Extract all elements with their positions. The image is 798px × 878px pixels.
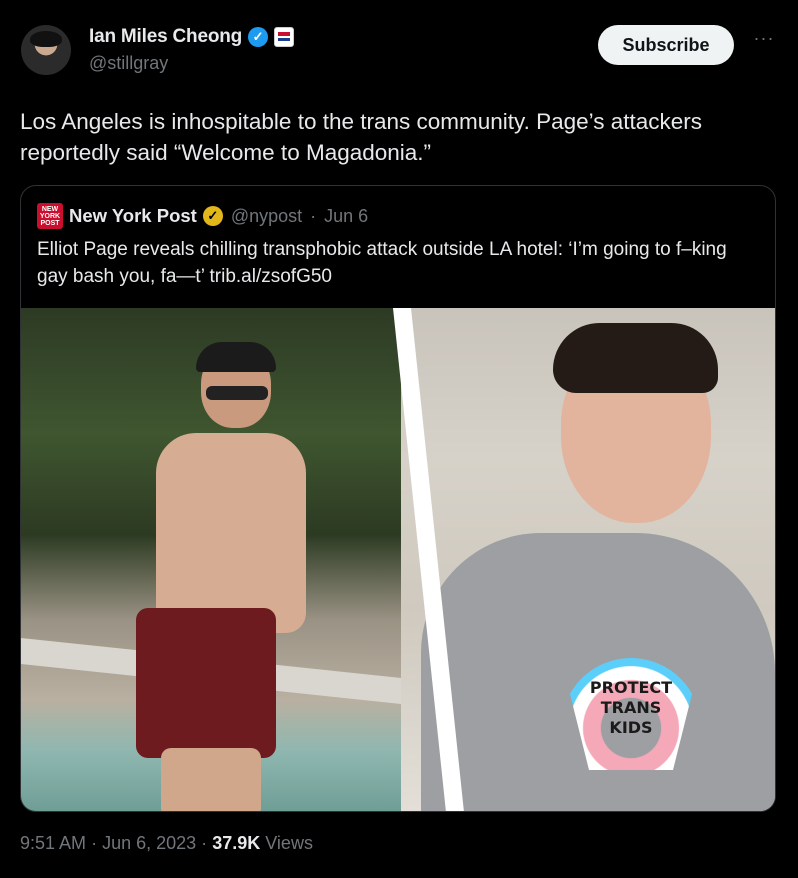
cap (196, 342, 276, 372)
quoted-source-name[interactable]: New York Post (69, 205, 197, 227)
quoted-date[interactable]: Jun 6 (324, 206, 368, 227)
views-count: 37.9K (212, 833, 261, 853)
verified-badge-icon[interactable]: ✓ (248, 27, 269, 47)
author-avatar[interactable] (21, 25, 71, 75)
new-york-post-logo: NEW YORK POST (37, 203, 63, 229)
quoted-tweet-card[interactable]: NEW YORK POST New York Post ✓ @nypost · … (20, 185, 776, 812)
tweet-text: Los Angeles is inhospitable to the trans… (20, 109, 703, 165)
more-options-icon[interactable]: ··· (752, 29, 776, 54)
post-time[interactable]: 9:51 AM (20, 833, 86, 853)
tweet-footer: 9:51 AM · Jun 6, 2023 · 37.9K Views (20, 833, 313, 854)
author-handle[interactable]: @stillgray (89, 53, 168, 74)
quoted-tweet-text: Elliot Page reveals chilling transphobic… (37, 239, 727, 287)
shirt-line-1: PROTECT (589, 678, 673, 697)
post-date[interactable]: Jun 6, 2023 (102, 833, 196, 853)
shirt-line-2: TRANS (600, 698, 662, 717)
torso (156, 433, 306, 633)
legs (161, 748, 261, 811)
quoted-tweet-header: NEW YORK POST New York Post ✓ @nypost · … (37, 203, 368, 229)
photo-left (21, 308, 401, 811)
affiliate-flag-icon[interactable] (274, 27, 295, 47)
footer-separator: · (91, 833, 98, 853)
author-name[interactable]: Ian Miles Cheong (89, 26, 242, 48)
quoted-tweet-image[interactable]: PROTECT TRANS KIDS (21, 308, 775, 811)
logo-text: NEW YORK POST (39, 205, 61, 227)
footer-separator: · (201, 833, 208, 853)
red-shorts (136, 608, 276, 758)
gold-verified-badge-icon: ✓ (202, 206, 223, 226)
meta-separator: · (310, 205, 317, 226)
author-name-row: Ian Miles Cheong ✓ (89, 26, 295, 48)
hair (553, 323, 718, 393)
photo-right: PROTECT TRANS KIDS (401, 308, 775, 811)
subscribe-button[interactable]: Subscribe (598, 25, 734, 65)
person-left (96, 342, 306, 811)
shirt-print: PROTECT TRANS KIDS (551, 678, 711, 738)
views-label: Views (265, 833, 313, 853)
sunglasses (206, 386, 268, 400)
shirt-line-3: KIDS (609, 718, 653, 737)
quoted-source-handle[interactable]: @nypost (231, 206, 302, 227)
